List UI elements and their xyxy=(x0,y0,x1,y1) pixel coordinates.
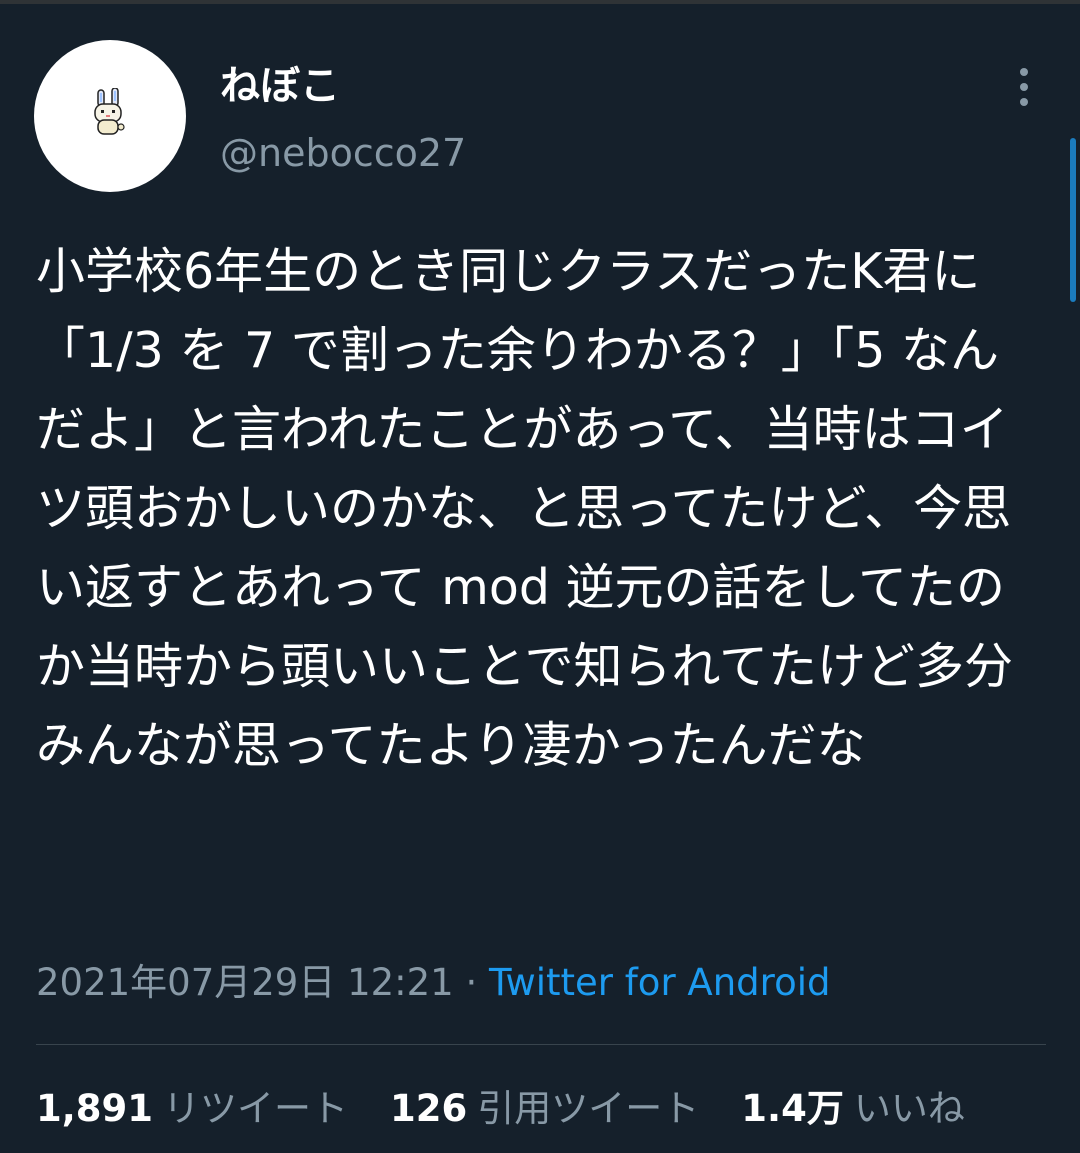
retweets-label: リツイート xyxy=(163,1087,349,1130)
quote-tweets-label: 引用ツイート xyxy=(477,1087,700,1130)
tweet-meta: 2021年07月29日 12:21 · Twitter for Android xyxy=(36,956,830,1010)
more-vertical-icon xyxy=(1020,68,1028,76)
tweet-text: 小学校6年生のとき同じクラスだったK君に「1/3 を 7 で割った余りわかる？」… xyxy=(36,243,1014,774)
display-name[interactable]: ねぼこ xyxy=(220,58,340,114)
tweet-timestamp[interactable]: 2021年07月29日 12:21 xyxy=(36,961,454,1004)
meta-separator: · xyxy=(453,961,490,1004)
tweet-detail-page: ねぼこ @nebocco27 小学校6年生のとき同じクラスだったK君に「1/3 … xyxy=(0,0,1080,1153)
more-options-button[interactable] xyxy=(1004,62,1044,112)
likes-stat[interactable]: 1.4万 いいね xyxy=(741,1084,965,1134)
quote-tweets-stat[interactable]: 126 引用ツイート xyxy=(390,1084,699,1134)
user-handle[interactable]: @nebocco27 xyxy=(220,128,466,178)
retweets-stat[interactable]: 1,891 リツイート xyxy=(36,1084,348,1134)
quote-tweets-count: 126 xyxy=(390,1087,468,1130)
more-vertical-icon-dot xyxy=(1020,98,1028,106)
top-divider xyxy=(0,0,1080,4)
likes-count: 1.4万 xyxy=(741,1087,844,1130)
bunny-avatar-icon xyxy=(94,88,125,135)
tweet-source-link[interactable]: Twitter for Android xyxy=(489,961,830,1004)
retweets-count: 1,891 xyxy=(36,1087,154,1130)
scrollbar[interactable] xyxy=(1070,138,1076,302)
stats-divider xyxy=(36,1044,1046,1045)
avatar[interactable] xyxy=(34,40,186,192)
engagement-stats: 1,891 リツイート 126 引用ツイート 1.4万 いいね xyxy=(36,1084,965,1134)
more-vertical-icon-dot xyxy=(1020,83,1028,91)
likes-label: いいね xyxy=(853,1087,965,1130)
